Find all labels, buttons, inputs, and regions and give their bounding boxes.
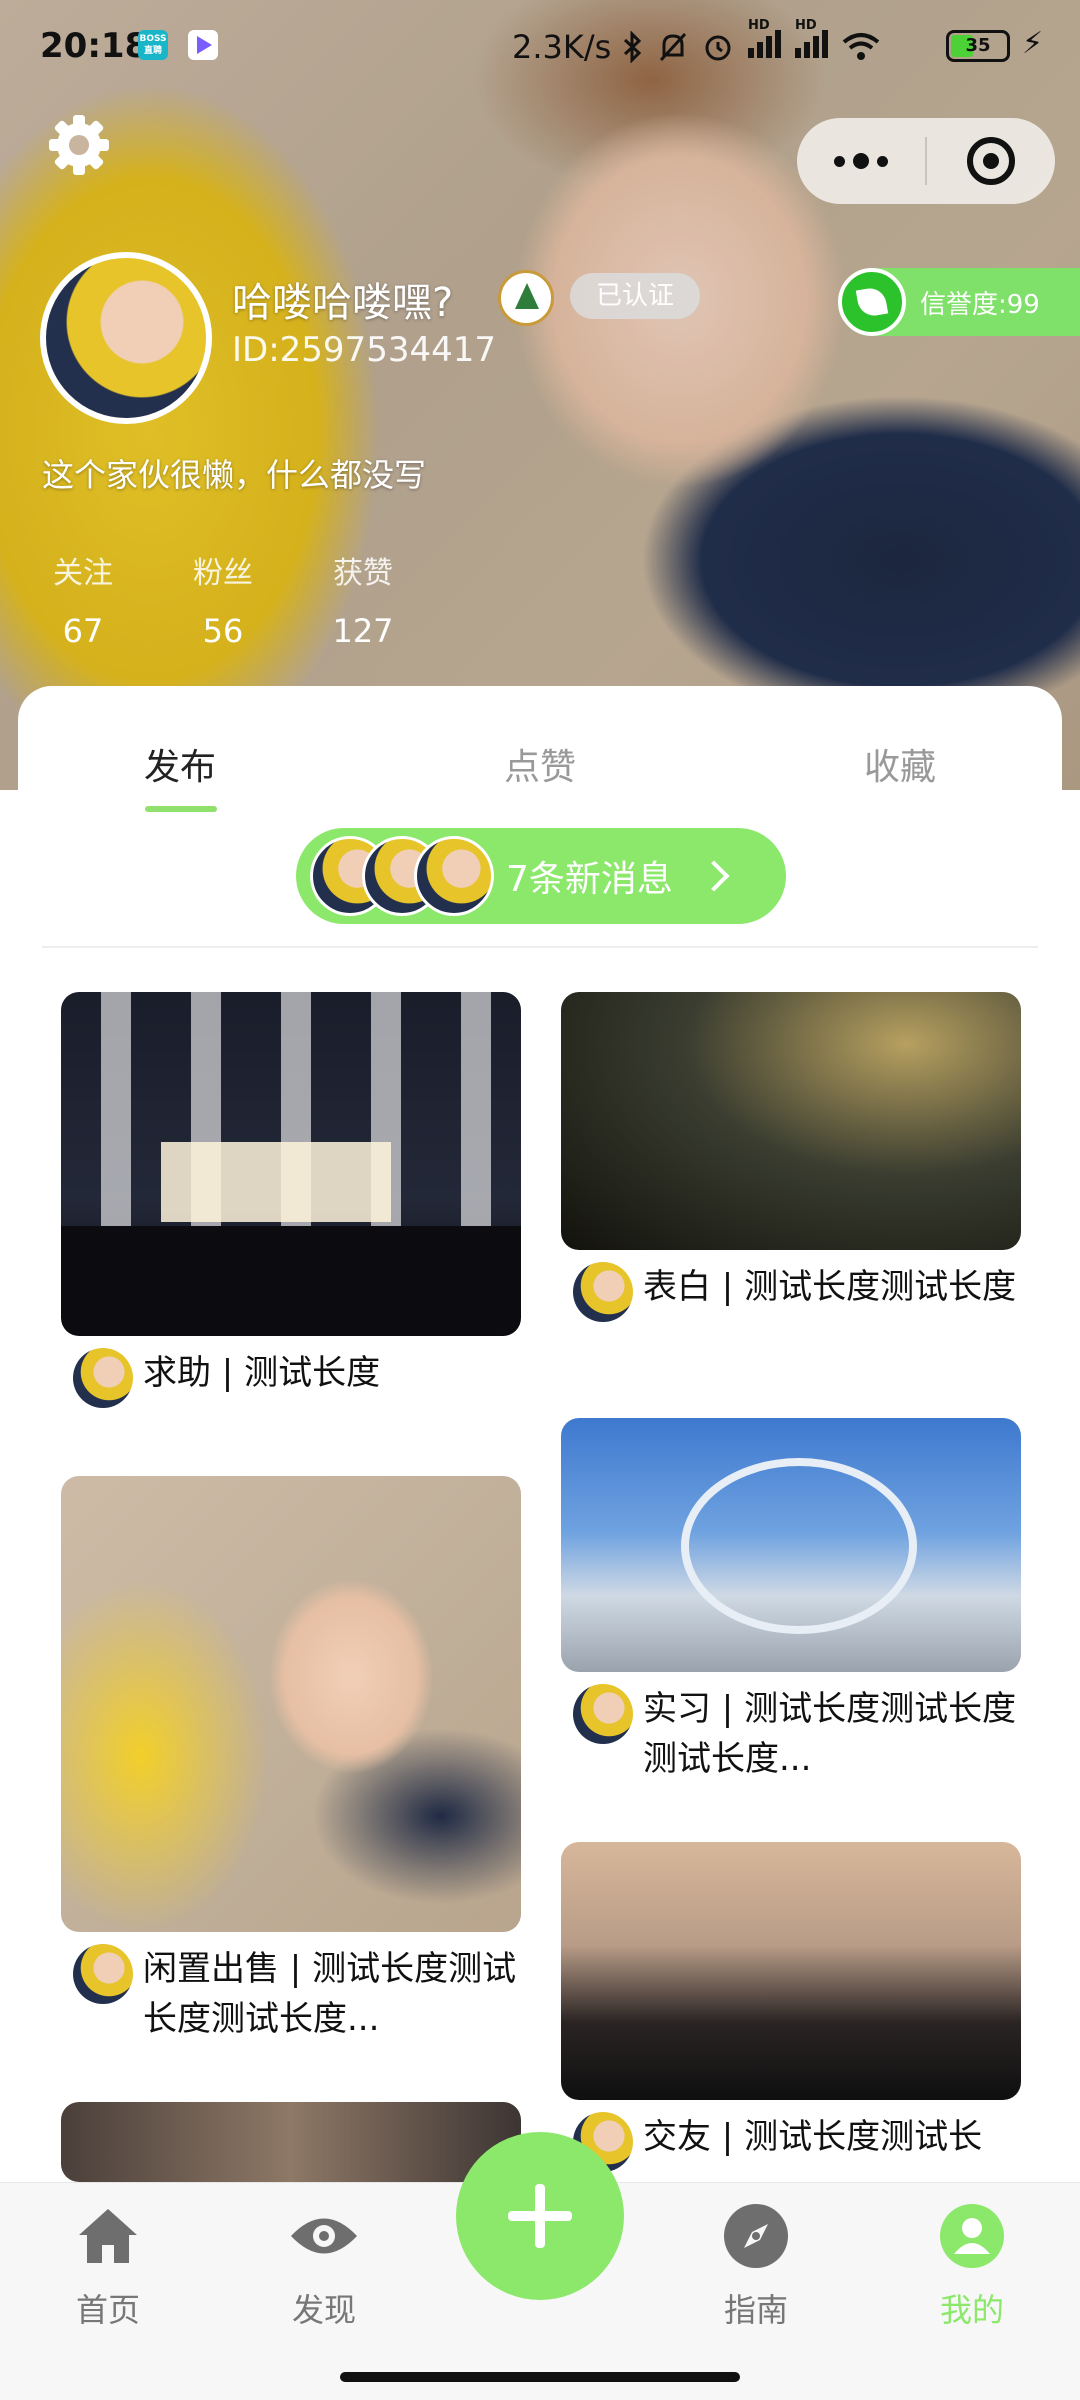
bluetooth-icon [623,31,642,63]
stat-value: 67 [62,612,104,650]
more-options-button[interactable] [797,118,925,204]
home-icon [73,2201,143,2271]
verified-badge: 已认证 [570,273,701,319]
post-title: 闲置出售 | 测试长度测试长度测试长度... [143,1949,517,2039]
school-badge-icon [498,270,554,326]
stat-label: 粉丝 [193,556,253,591]
post-image [561,1418,1021,1672]
profile-username: 哈喽哈喽嘿? [232,280,454,326]
post-title: 表白 | 测试长度测试长度 [643,1267,1017,1307]
stat-following[interactable]: 关注 67 [38,548,128,650]
profile-tabs: 发布 点赞 收藏 [18,686,1062,816]
play-app-icon [188,30,218,60]
profile-bio: 这个家伙很懒，什么都没写 [42,456,427,494]
divider [42,946,1038,948]
nav-label: 我的 [939,2291,1004,2329]
settings-gear-icon[interactable] [44,110,114,180]
avatar [73,1348,133,1408]
post-image [561,1842,1021,2100]
wifi-icon [842,33,880,60]
avatar [73,1944,133,2004]
post-image [561,992,1021,1250]
post-card[interactable]: 表白 | 测试长度测试长度 [561,992,1021,1322]
nav-label: 指南 [723,2291,788,2329]
alarm-icon [705,35,731,61]
target-icon [967,137,1015,185]
charging-bolt-icon: ⚡ [1022,26,1044,61]
post-image [61,992,521,1336]
avatar [573,1684,633,1744]
nav-home[interactable]: 首页 [38,2201,178,2331]
post-title: 求助 | 测试长度 [143,1353,381,1393]
home-indicator [340,2372,740,2382]
post-card[interactable] [61,2102,521,2182]
avatar [414,836,494,916]
boss-app-icon: BOSS 直聘 [138,30,168,60]
status-time: 20:18 [40,26,149,66]
battery-icon: 35 [946,30,1010,62]
new-messages-label: 7条新消息 [506,859,673,900]
signal-icon-1: HD [748,18,781,66]
user-icon [937,2201,1007,2271]
post-card[interactable]: 求助 | 测试长度 [61,992,521,1408]
status-bar: 20:18 BOSS 直聘 2.3K/s HD HD 35 ⚡ [0,0,1080,100]
post-image [61,1476,521,1932]
tab-favorites[interactable]: 收藏 [800,738,1000,790]
network-speed: 2.3K/s [512,28,612,66]
nav-label: 首页 [75,2291,140,2329]
post-title: 实习 | 测试长度测试长度测试长度... [643,1689,1017,1779]
stat-likes[interactable]: 获赞 127 [318,548,408,650]
profile-avatar[interactable] [40,252,212,424]
stat-value: 127 [332,612,394,650]
stat-followers[interactable]: 粉丝 56 [178,548,268,650]
post-title: 交友 | 测试长度测试长 [643,2117,983,2157]
stat-value: 56 [202,612,244,650]
nav-me[interactable]: 我的 [902,2201,1042,2331]
eye-icon [289,2201,359,2271]
post-card[interactable]: 实习 | 测试长度测试长度测试长度... [561,1418,1021,1784]
compass-icon [721,2201,791,2271]
active-tab-indicator [145,806,217,812]
message-avatars [310,828,500,924]
stat-label: 关注 [53,556,113,591]
nav-label: 发现 [291,2291,356,2329]
chevron-right-icon [698,860,730,892]
post-image [61,2102,521,2182]
nav-guide[interactable]: 指南 [686,2201,826,2331]
tab-posts[interactable]: 发布 [80,738,280,790]
stat-label: 获赞 [333,556,393,591]
add-post-button[interactable] [456,2132,624,2300]
profile-user-id: ID:2597534417 [232,330,496,370]
signal-icon-2: HD [795,18,828,66]
credit-score-label: 信誉度:99 [920,289,1040,320]
credit-score-badge[interactable]: 信誉度:99 [838,268,1080,336]
close-miniprogram-button[interactable] [927,137,1055,185]
battery-level: 35 [965,35,991,56]
mute-bell-icon [659,32,687,62]
nav-discover[interactable]: 发现 [254,2201,394,2331]
avatar [573,1262,633,1322]
leaf-icon [838,268,906,336]
miniprogram-capsule [797,118,1055,204]
new-messages-button[interactable]: 7条新消息 [296,828,786,924]
post-card[interactable]: 交友 | 测试长度测试长 [561,1842,1021,2172]
profile-content-panel: 发布 点赞 收藏 7条新消息 求助 | 测试长度 闲置出售 | 测试长度测试长度… [18,686,1062,2186]
post-card[interactable]: 闲置出售 | 测试长度测试长度测试长度... [61,1476,521,2044]
tab-likes[interactable]: 点赞 [440,738,640,790]
